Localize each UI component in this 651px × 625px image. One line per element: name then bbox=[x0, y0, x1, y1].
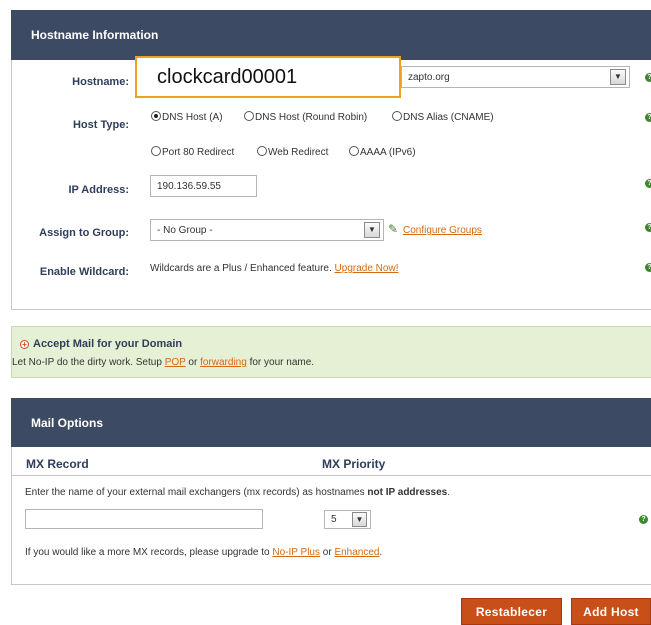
hostname-input[interactable]: clockcard00001 bbox=[135, 56, 401, 98]
noip-plus-link[interactable]: No-IP Plus bbox=[272, 547, 320, 558]
help-icon[interactable]: ? bbox=[645, 263, 651, 272]
chevron-down-icon[interactable]: ▼ bbox=[352, 512, 367, 527]
edit-icon: ✎ bbox=[388, 222, 399, 236]
radio-icon[interactable] bbox=[257, 146, 267, 156]
radio-icon[interactable] bbox=[244, 111, 254, 121]
help-icon[interactable]: ? bbox=[645, 223, 651, 232]
radio-dns-alias[interactable]: DNS Alias (CNAME) bbox=[392, 111, 494, 123]
ip-address-value: 190.136.59.55 bbox=[157, 180, 221, 192]
mail-options-header: Mail Options bbox=[11, 398, 651, 447]
mx-priority-value: 5 bbox=[331, 514, 337, 525]
accept-mail-banner: + Accept Mail for your Domain Let No-IP d… bbox=[11, 326, 651, 378]
radio-icon[interactable] bbox=[349, 146, 359, 156]
help-icon[interactable]: ? bbox=[645, 73, 651, 82]
hostname-panel-title: Hostname Information bbox=[31, 28, 159, 42]
mx-upgrade-text: If you would like a more MX records, ple… bbox=[25, 547, 383, 558]
domain-value: zapto.org bbox=[408, 71, 450, 83]
help-icon[interactable]: ? bbox=[645, 179, 651, 188]
radio-aaaa-ipv6[interactable]: AAAA (IPv6) bbox=[349, 146, 416, 158]
radio-dns-round-robin[interactable]: DNS Host (Round Robin) bbox=[244, 111, 367, 123]
help-icon[interactable]: ? bbox=[645, 113, 651, 122]
upgrade-now-link[interactable]: Upgrade Now! bbox=[335, 263, 399, 274]
domain-select[interactable]: zapto.org ▼ bbox=[401, 66, 630, 88]
radio-dns-host-a[interactable]: DNS Host (A) bbox=[151, 111, 223, 123]
wildcard-label: Enable Wildcard: bbox=[39, 266, 129, 278]
mx-record-column-header: MX Record bbox=[26, 457, 89, 471]
pop-link[interactable]: POP bbox=[165, 357, 186, 368]
accept-mail-text: Let No-IP do the dirty work. Setup POP o… bbox=[12, 357, 315, 368]
plus-icon[interactable]: + bbox=[20, 340, 29, 349]
chevron-down-icon[interactable]: ▼ bbox=[364, 222, 380, 238]
hostname-panel-body: Hostname: clockcard00001 zapto.org ▼ ? H… bbox=[11, 56, 651, 310]
forwarding-link[interactable]: forwarding bbox=[200, 357, 247, 368]
radio-web-redirect[interactable]: Web Redirect bbox=[257, 146, 328, 158]
radio-icon[interactable] bbox=[151, 146, 161, 156]
hostname-panel-header: Hostname Information bbox=[11, 10, 651, 60]
enhanced-link[interactable]: Enhanced bbox=[334, 547, 379, 558]
configure-groups-link[interactable]: Configure Groups bbox=[403, 225, 482, 236]
accept-mail-title: Accept Mail for your Domain bbox=[33, 338, 183, 350]
wildcard-text: Wildcards are a Plus / Enhanced feature.… bbox=[150, 263, 399, 274]
accept-mail-title-row[interactable]: + Accept Mail for your Domain bbox=[20, 338, 182, 350]
chevron-down-icon[interactable]: ▼ bbox=[610, 69, 626, 85]
mx-record-input[interactable] bbox=[25, 509, 263, 529]
group-select[interactable]: - No Group - ▼ bbox=[150, 219, 384, 241]
add-host-button[interactable]: Add Host bbox=[571, 598, 651, 625]
hostname-label: Hostname: bbox=[72, 76, 129, 88]
radio-selected-icon[interactable] bbox=[151, 111, 161, 121]
mail-options-title: Mail Options bbox=[31, 415, 103, 430]
hostname-value: clockcard00001 bbox=[157, 65, 298, 88]
ip-address-label: IP Address: bbox=[68, 184, 129, 196]
mx-instruction: Enter the name of your external mail exc… bbox=[25, 487, 451, 498]
help-icon[interactable]: ? bbox=[639, 515, 648, 524]
header-divider bbox=[12, 475, 651, 476]
ip-address-input[interactable]: 190.136.59.55 bbox=[150, 175, 257, 197]
assign-group-label: Assign to Group: bbox=[39, 227, 129, 239]
radio-icon[interactable] bbox=[392, 111, 402, 121]
mx-priority-column-header: MX Priority bbox=[322, 457, 386, 471]
mx-priority-select[interactable]: 5 ▼ bbox=[324, 510, 371, 529]
group-value: - No Group - bbox=[157, 224, 213, 236]
reset-button[interactable]: Restablecer bbox=[461, 598, 562, 625]
host-type-label: Host Type: bbox=[72, 119, 129, 131]
mail-options-body: MX Record MX Priority Enter the name of … bbox=[11, 447, 651, 585]
radio-port80-redirect[interactable]: Port 80 Redirect bbox=[151, 146, 234, 158]
